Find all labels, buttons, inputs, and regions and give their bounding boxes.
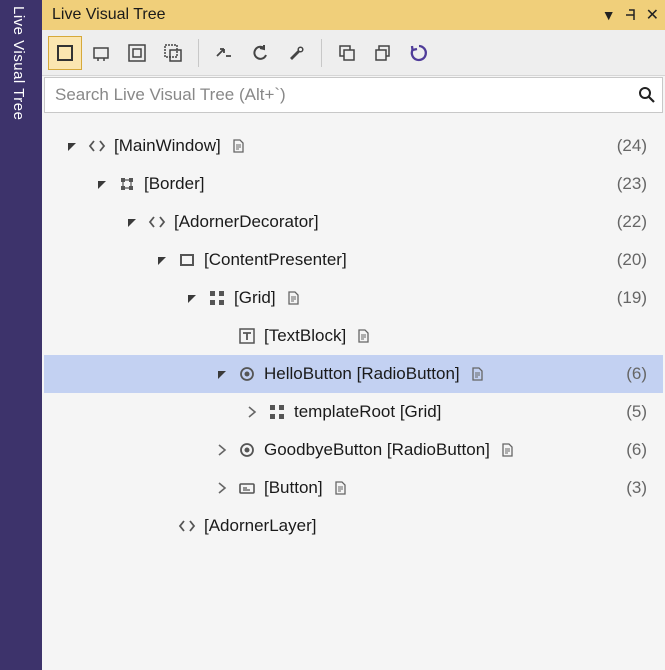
chevron-right-icon[interactable] <box>214 444 230 456</box>
radio-icon <box>236 439 258 461</box>
descendant-count: (5) <box>626 402 647 422</box>
grid-icon <box>266 401 288 423</box>
layout-adorners-button[interactable] <box>84 36 118 70</box>
tree-item[interactable]: [AdornerLayer] <box>44 507 663 545</box>
panel-title: Live Visual Tree <box>52 6 602 24</box>
tree-item[interactable]: [Border] (23) <box>44 165 663 203</box>
side-tab-label: Live Visual Tree <box>10 6 27 120</box>
search-box[interactable] <box>44 77 663 113</box>
visual-tree[interactable]: [MainWindow] (24) [Border] (23) [AdornerDeco… <box>42 113 665 670</box>
border-icon <box>116 173 138 195</box>
tree-item-label: [TextBlock] <box>264 326 346 346</box>
chevron-down-icon[interactable] <box>214 368 230 380</box>
textblock-icon <box>236 325 258 347</box>
autohide-icon[interactable] <box>624 8 638 22</box>
search-icon[interactable] <box>632 86 662 104</box>
toolbar-separator <box>321 39 322 67</box>
collapse-all-button[interactable] <box>330 36 364 70</box>
toolbar <box>42 30 665 76</box>
tree-item-label: [AdornerLayer] <box>204 516 316 536</box>
tree-item-label: templateRoot [Grid] <box>294 402 441 422</box>
tree-item[interactable]: [TextBlock] <box>44 317 663 355</box>
code-icon <box>176 515 198 537</box>
tree-item-label: [AdornerDecorator] <box>174 212 319 232</box>
view-source-icon[interactable] <box>352 325 374 347</box>
view-source-icon[interactable] <box>466 363 488 385</box>
descendant-count: (22) <box>617 212 647 232</box>
refresh-button[interactable] <box>402 36 436 70</box>
tree-item[interactable]: [Grid] (19) <box>44 279 663 317</box>
tree-item[interactable]: GoodbyeButton [RadioButton] (6) <box>44 431 663 469</box>
button-icon <box>236 477 258 499</box>
go-to-live-button[interactable] <box>207 36 241 70</box>
close-icon[interactable]: ✕ <box>646 5 659 25</box>
chevron-down-icon[interactable] <box>94 178 110 190</box>
tree-item[interactable]: [Button] (3) <box>44 469 663 507</box>
chevron-down-icon[interactable] <box>64 140 80 152</box>
tree-item[interactable]: [ContentPresenter] (20) <box>44 241 663 279</box>
select-element-button[interactable] <box>48 36 82 70</box>
chevron-down-icon[interactable] <box>184 292 200 304</box>
tree-item-label: [Grid] <box>234 288 276 308</box>
grid-icon <box>206 287 228 309</box>
tree-item[interactable]: templateRoot [Grid] (5) <box>44 393 663 431</box>
chevron-down-icon[interactable] <box>124 216 140 228</box>
track-focus-button[interactable] <box>156 36 190 70</box>
chevron-right-icon[interactable] <box>214 482 230 494</box>
tree-item[interactable]: [AdornerDecorator] (22) <box>44 203 663 241</box>
tree-item-label: [MainWindow] <box>114 136 221 156</box>
tree-item-label: [Button] <box>264 478 323 498</box>
undo-button[interactable] <box>243 36 277 70</box>
tree-item-label: GoodbyeButton [RadioButton] <box>264 440 490 460</box>
descendant-count: (23) <box>617 174 647 194</box>
descendant-count: (6) <box>626 364 647 384</box>
view-source-icon[interactable] <box>329 477 351 499</box>
view-source-icon[interactable] <box>227 135 249 157</box>
toolbar-separator <box>198 39 199 67</box>
code-icon <box>146 211 168 233</box>
descendant-count: (24) <box>617 136 647 156</box>
descendant-count: (6) <box>626 440 647 460</box>
tree-item-label: HelloButton [RadioButton] <box>264 364 460 384</box>
descendant-count: (20) <box>617 250 647 270</box>
view-source-icon[interactable] <box>282 287 304 309</box>
radio-icon <box>236 363 258 385</box>
tree-item-label: [ContentPresenter] <box>204 250 347 270</box>
window-menu-icon[interactable]: ▼ <box>602 7 616 23</box>
window-system-buttons: ▼ ✕ <box>602 5 659 25</box>
titlebar: Live Visual Tree ▼ ✕ <box>42 0 665 30</box>
tree-item[interactable]: [MainWindow] (24) <box>44 127 663 165</box>
view-source-icon[interactable] <box>496 439 518 461</box>
tree-item[interactable]: HelloButton [RadioButton] (6) <box>44 355 663 393</box>
tree-item-label: [Border] <box>144 174 204 194</box>
content-icon <box>176 249 198 271</box>
chevron-right-icon[interactable] <box>244 406 260 418</box>
settings-button[interactable] <box>279 36 313 70</box>
descendant-count: (19) <box>617 288 647 308</box>
side-tab[interactable]: Live Visual Tree <box>0 0 42 670</box>
panel: Live Visual Tree ▼ ✕ <box>42 0 665 670</box>
chevron-down-icon[interactable] <box>154 254 170 266</box>
toggle-rect-button[interactable] <box>120 36 154 70</box>
descendant-count: (3) <box>626 478 647 498</box>
expand-all-button[interactable] <box>366 36 400 70</box>
search-input[interactable] <box>45 85 632 105</box>
code-icon <box>86 135 108 157</box>
